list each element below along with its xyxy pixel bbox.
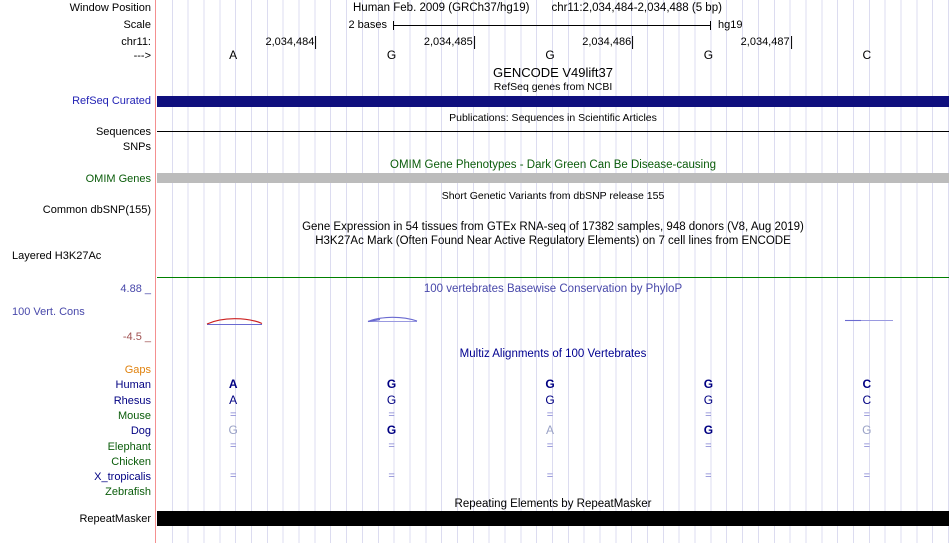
track-label-refseq-curated[interactable]: RefSeq Curated (72, 95, 151, 107)
alignment-base[interactable]: A (546, 424, 554, 437)
track-label-common-dbsnp[interactable]: Common dbSNP(155) (43, 204, 151, 216)
phylop-track-caption[interactable]: 100 vertebrates Basewise Conservation by… (157, 283, 949, 295)
assembly-title: Human Feb. 2009 (GRCh37/hg19) (353, 2, 530, 14)
wiggle-red-arc (206, 318, 263, 325)
species-label-human[interactable]: Human (116, 379, 151, 391)
h3k27ac-track-caption[interactable]: H3K27Ac Mark (Often Found Near Active Re… (157, 235, 949, 247)
species-label-zebrafish[interactable]: Zebrafish (105, 486, 151, 498)
gtex-track-caption[interactable]: Gene Expression in 54 tissues from GTEx … (157, 221, 949, 233)
alignment-base[interactable]: G (704, 424, 713, 437)
omim-gene-bar[interactable] (157, 173, 949, 183)
alignment-base[interactable]: = (230, 440, 236, 453)
publications-track-caption[interactable]: Publications: Sequences in Scientific Ar… (157, 112, 949, 124)
ruler-base-letter: A (229, 48, 238, 62)
multiz-track-caption[interactable]: Multiz Alignments of 100 Vertebrates (157, 348, 949, 360)
alignment-base[interactable]: A (229, 393, 237, 407)
alignment-base[interactable]: G (545, 393, 554, 407)
genome-browser: Window Position Scale chr11: ---> RefSeq… (0, 0, 950, 543)
track-left-edge-line (155, 0, 156, 543)
alignment-base[interactable]: = (705, 470, 711, 483)
conservation-wiggle-plot[interactable] (157, 308, 949, 332)
alignment-base[interactable]: = (388, 409, 394, 422)
track-label-layered-h3k27ac[interactable]: Layered H3K27Ac (12, 250, 101, 262)
alignment-base[interactable]: G (387, 393, 396, 407)
conservation-max-value: 4.88 _ (120, 283, 151, 295)
species-label-x_tropicalis[interactable]: X_tropicalis (94, 471, 151, 483)
ruler-base-letter: G (386, 48, 397, 62)
sequences-track-line[interactable] (157, 131, 949, 132)
chromosome-label: chr11: (121, 36, 151, 48)
species-label-mouse[interactable]: Mouse (118, 410, 151, 422)
window-position-label: Window Position (69, 2, 151, 14)
alignment-base[interactable]: = (388, 470, 394, 483)
track-label-sequences[interactable]: Sequences (96, 126, 151, 138)
species-label-elephant[interactable]: Elephant (108, 441, 151, 453)
ruler-base-letter: G (545, 48, 555, 62)
alignment-base[interactable]: G (545, 378, 554, 391)
ruler-base-letter: C (862, 48, 872, 62)
alignment-base[interactable]: = (388, 440, 394, 453)
alignment-base[interactable]: = (864, 409, 870, 422)
scale-value: 2 bases (348, 19, 387, 31)
species-label-dog[interactable]: Dog (131, 425, 151, 437)
alignment-base[interactable]: G (229, 424, 238, 437)
track-area[interactable]: Human Feb. 2009 (GRCh37/hg19) chr11:2,034… (157, 0, 949, 543)
alignment-base[interactable]: G (862, 424, 871, 437)
omim-track-caption[interactable]: OMIM Gene Phenotypes - Dark Green Can Be… (157, 159, 949, 171)
scale-bar (393, 21, 711, 30)
alignment-base[interactable]: G (387, 378, 396, 391)
ruler-tick-label: 2,034,484 (265, 36, 317, 49)
label-gutter: Window Position Scale chr11: ---> RefSeq… (0, 0, 155, 543)
ruler-tick-label: 2,034,486 (582, 36, 634, 49)
refseq-track-caption[interactable]: RefSeq genes from NCBI (157, 81, 949, 93)
h3k27ac-track-baseline[interactable] (157, 277, 949, 278)
alignment-base[interactable]: G (387, 424, 396, 437)
repeatmasker-track-caption[interactable]: Repeating Elements by RepeatMasker (157, 498, 949, 510)
window-position-title: Human Feb. 2009 (GRCh37/hg19) chr11:2,034… (353, 2, 722, 14)
track-label-snps[interactable]: SNPs (123, 141, 151, 153)
repeatmasker-element-bar[interactable] (157, 511, 949, 526)
alignment-base[interactable]: = (705, 409, 711, 422)
track-label-omim-genes[interactable]: OMIM Genes (86, 173, 151, 185)
alignment-base[interactable]: G (704, 393, 713, 407)
gencode-track-caption[interactable]: GENCODE V49lift37 (157, 65, 949, 80)
assembly-short-name: hg19 (718, 19, 743, 31)
ruler-base-letter: G (703, 48, 714, 62)
alignment-base[interactable]: = (864, 440, 870, 453)
species-label-chicken[interactable]: Chicken (111, 456, 151, 468)
alignment-base[interactable]: = (547, 409, 553, 422)
alignment-base[interactable]: C (862, 393, 871, 407)
alignment-base[interactable]: = (230, 409, 236, 422)
alignment-base[interactable]: = (864, 470, 870, 483)
alignment-base[interactable]: A (229, 378, 238, 391)
track-label-repeatmasker[interactable]: RepeatMasker (79, 513, 151, 525)
direction-arrow: ---> (133, 50, 151, 62)
alignment-base[interactable]: G (704, 378, 713, 391)
scale-label: Scale (123, 19, 151, 31)
alignment-base[interactable]: = (230, 470, 236, 483)
alignment-base[interactable]: = (547, 470, 553, 483)
ruler-tick-label: 2,034,487 (740, 36, 792, 49)
species-label-gaps[interactable]: Gaps (125, 364, 151, 376)
conservation-min-value: -4.5 _ (122, 331, 151, 343)
refseq-curated-gene-bar[interactable] (157, 96, 949, 107)
ruler-tick-label: 2,034,485 (423, 36, 475, 49)
dbsnp-track-caption[interactable]: Short Genetic Variants from dbSNP releas… (157, 190, 949, 202)
alignment-base[interactable]: = (547, 440, 553, 453)
track-label-100-vert-cons[interactable]: 100 Vert. Cons (12, 306, 85, 318)
species-label-rhesus[interactable]: Rhesus (114, 395, 151, 407)
alignment-base[interactable]: C (862, 378, 871, 391)
position-title: chr11:2,034,484-2,034,488 (5 bp) (551, 2, 722, 14)
alignment-base[interactable]: = (705, 440, 711, 453)
